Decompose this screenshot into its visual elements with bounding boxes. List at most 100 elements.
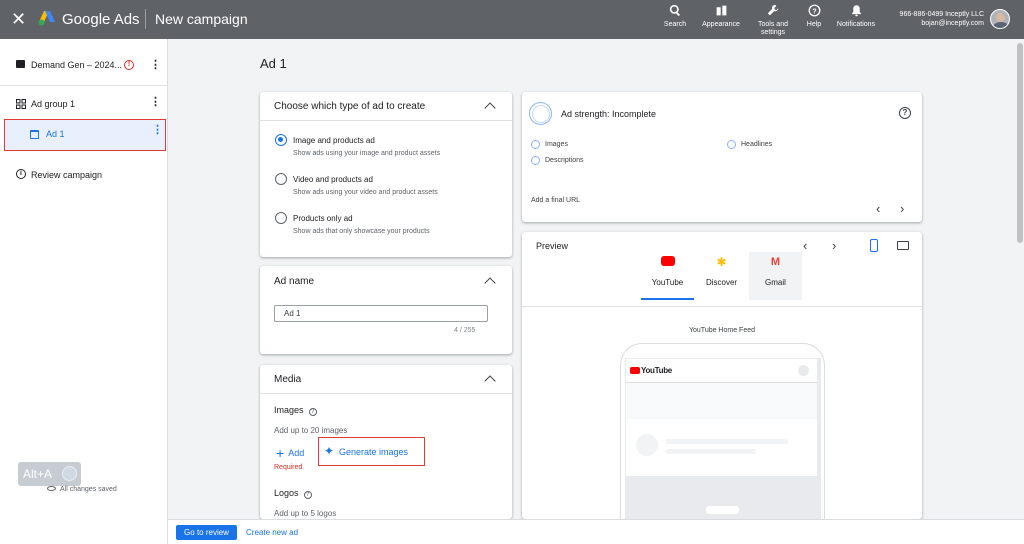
search-label: Search bbox=[663, 21, 687, 28]
avatar[interactable] bbox=[990, 9, 1010, 29]
notifications-button[interactable]: Notifications bbox=[832, 4, 880, 29]
media-heading: Media bbox=[274, 374, 302, 385]
prev-arrow-icon[interactable]: ‹ bbox=[803, 239, 807, 252]
tab-youtube[interactable]: YouTube bbox=[641, 252, 694, 300]
radio-video-products[interactable] bbox=[275, 173, 287, 185]
help-label: Help bbox=[806, 21, 822, 28]
alt-a-overlay-button[interactable]: Alt+A bbox=[18, 462, 81, 486]
collapse-icon[interactable] bbox=[484, 102, 496, 114]
next-arrow-icon[interactable]: › bbox=[832, 239, 836, 252]
option-title: Video and products ad bbox=[293, 175, 373, 184]
placeholder-line bbox=[666, 449, 756, 454]
tabs-divider bbox=[522, 306, 922, 307]
sidebar-item-label: Ad 1 bbox=[46, 129, 65, 139]
sidebar-item-ad-1[interactable]: Ad 1 ⋮ bbox=[4, 119, 166, 151]
final-url-hint: Add a final URL bbox=[531, 197, 581, 204]
sidebar-item-review-campaign[interactable]: i Review campaign bbox=[0, 168, 168, 182]
brand-name: Google Ads bbox=[62, 11, 140, 28]
plus-icon: + bbox=[276, 445, 285, 461]
ad-type-card: Choose which type of ad to create Image … bbox=[260, 92, 512, 257]
images-label: Images? bbox=[274, 405, 317, 416]
more-options-icon[interactable]: ⋮ bbox=[150, 58, 161, 71]
phone-preview-frame: YouTube bbox=[620, 343, 825, 519]
page-title: Ad 1 bbox=[260, 56, 287, 71]
media-card: Media Images? Add up to 20 images + Add ✦… bbox=[260, 365, 512, 519]
logos-hint: Add up to 5 logos bbox=[274, 509, 337, 518]
sidebar-item-label: Ad group 1 bbox=[31, 99, 76, 109]
sidebar-item-campaign[interactable]: Demand Gen – 2024... ! ⋮ bbox=[0, 58, 168, 72]
mobile-device-icon[interactable] bbox=[870, 239, 878, 252]
tools-settings-button[interactable]: Tools and settings bbox=[753, 4, 793, 37]
add-images-button[interactable]: + Add bbox=[276, 445, 304, 461]
strength-item-descriptions: Descriptions bbox=[545, 157, 584, 164]
ad-strength-card: Ad strength: Incomplete ? Images Headlin… bbox=[522, 92, 922, 222]
preview-card: Preview ‹ › YouTube ✱ Discover M Gmail Y… bbox=[522, 232, 922, 519]
sidebar-item-ad-group[interactable]: Ad group 1 ⋮ bbox=[0, 95, 168, 111]
logos-label: Logos? bbox=[274, 488, 312, 499]
eye-icon bbox=[47, 486, 56, 491]
close-icon[interactable]: ✕ bbox=[11, 9, 26, 29]
create-new-ad-link[interactable]: Create new ad bbox=[246, 528, 298, 537]
status-circle-icon bbox=[531, 140, 540, 149]
tab-discover[interactable]: ✱ Discover bbox=[695, 252, 748, 300]
radio-products-only[interactable] bbox=[275, 212, 287, 224]
appearance-icon bbox=[699, 4, 743, 20]
ad-strength-title: Ad strength: Incomplete bbox=[561, 109, 657, 119]
appearance-label: Appearance bbox=[702, 21, 740, 28]
ad-type-heading: Choose which type of ad to create bbox=[274, 101, 426, 112]
account-email: bojan@inceptly.com bbox=[921, 20, 984, 27]
warning-icon: ! bbox=[124, 60, 134, 70]
discover-icon: ✱ bbox=[716, 255, 727, 269]
appearance-button[interactable]: Appearance bbox=[699, 4, 743, 29]
next-arrow-icon[interactable]: › bbox=[900, 202, 904, 215]
sidebar-item-label: Demand Gen – 2024... bbox=[31, 60, 123, 70]
generate-images-button[interactable]: ✦ Generate images bbox=[318, 437, 425, 466]
save-status-text: All changes saved bbox=[60, 486, 117, 493]
help-icon[interactable]: ? bbox=[308, 408, 317, 416]
preview-heading: Preview bbox=[536, 241, 569, 251]
prev-arrow-icon[interactable]: ‹ bbox=[876, 202, 880, 215]
go-to-review-button[interactable]: Go to review bbox=[176, 525, 237, 540]
required-error: Required bbox=[274, 464, 303, 471]
sparkle-icon: ✦ bbox=[324, 444, 335, 458]
help-icon: ? bbox=[802, 4, 826, 20]
status-circle-icon bbox=[727, 140, 736, 149]
help-icon[interactable]: ? bbox=[899, 107, 911, 119]
desktop-device-icon[interactable] bbox=[897, 241, 909, 250]
account-info[interactable]: 966-886-0499 Inceptly LLC bojan@inceptly… bbox=[888, 10, 984, 28]
ad-name-heading: Ad name bbox=[274, 276, 315, 287]
phone-screen: YouTube bbox=[625, 358, 820, 519]
more-options-icon[interactable]: ⋮ bbox=[152, 123, 163, 136]
save-status: All changes saved bbox=[47, 486, 117, 493]
option-description: Show ads that only showcase your product… bbox=[293, 228, 430, 235]
help-button[interactable]: ? Help bbox=[802, 4, 826, 29]
more-options-icon[interactable]: ⋮ bbox=[150, 95, 161, 108]
bottom-action-bar: Go to review Create new ad bbox=[168, 519, 1024, 544]
page-scrollbar[interactable] bbox=[1016, 39, 1024, 519]
placeholder-line bbox=[666, 439, 788, 444]
bell-icon bbox=[832, 4, 880, 20]
topbar-divider bbox=[145, 9, 146, 29]
ad-icon bbox=[30, 130, 39, 139]
tab-gmail[interactable]: M Gmail bbox=[749, 252, 802, 300]
search-icon bbox=[662, 4, 688, 20]
ad-name-input[interactable]: Ad 1 bbox=[274, 305, 488, 322]
sidebar-item-label: Review campaign bbox=[31, 170, 103, 180]
search-button[interactable]: Search bbox=[662, 4, 688, 29]
status-circle-icon bbox=[531, 156, 540, 165]
strength-item-headlines: Headlines bbox=[741, 141, 773, 148]
collapse-icon[interactable] bbox=[484, 277, 496, 289]
scrollbar-thumb[interactable] bbox=[1017, 43, 1023, 243]
info-icon: i bbox=[16, 169, 26, 179]
generate-images-label: Generate images bbox=[339, 447, 409, 457]
ad-strength-indicator bbox=[529, 102, 552, 125]
tools-settings-label: Tools and settings bbox=[758, 21, 788, 36]
youtube-icon bbox=[641, 256, 694, 268]
phone-scrollbar[interactable] bbox=[817, 358, 821, 519]
breadcrumb: New campaign bbox=[155, 11, 248, 27]
profile-placeholder bbox=[798, 365, 809, 376]
gmail-icon: M bbox=[770, 256, 781, 268]
help-icon[interactable]: ? bbox=[303, 491, 312, 499]
collapse-icon[interactable] bbox=[484, 375, 496, 387]
radio-image-products[interactable] bbox=[275, 134, 287, 146]
